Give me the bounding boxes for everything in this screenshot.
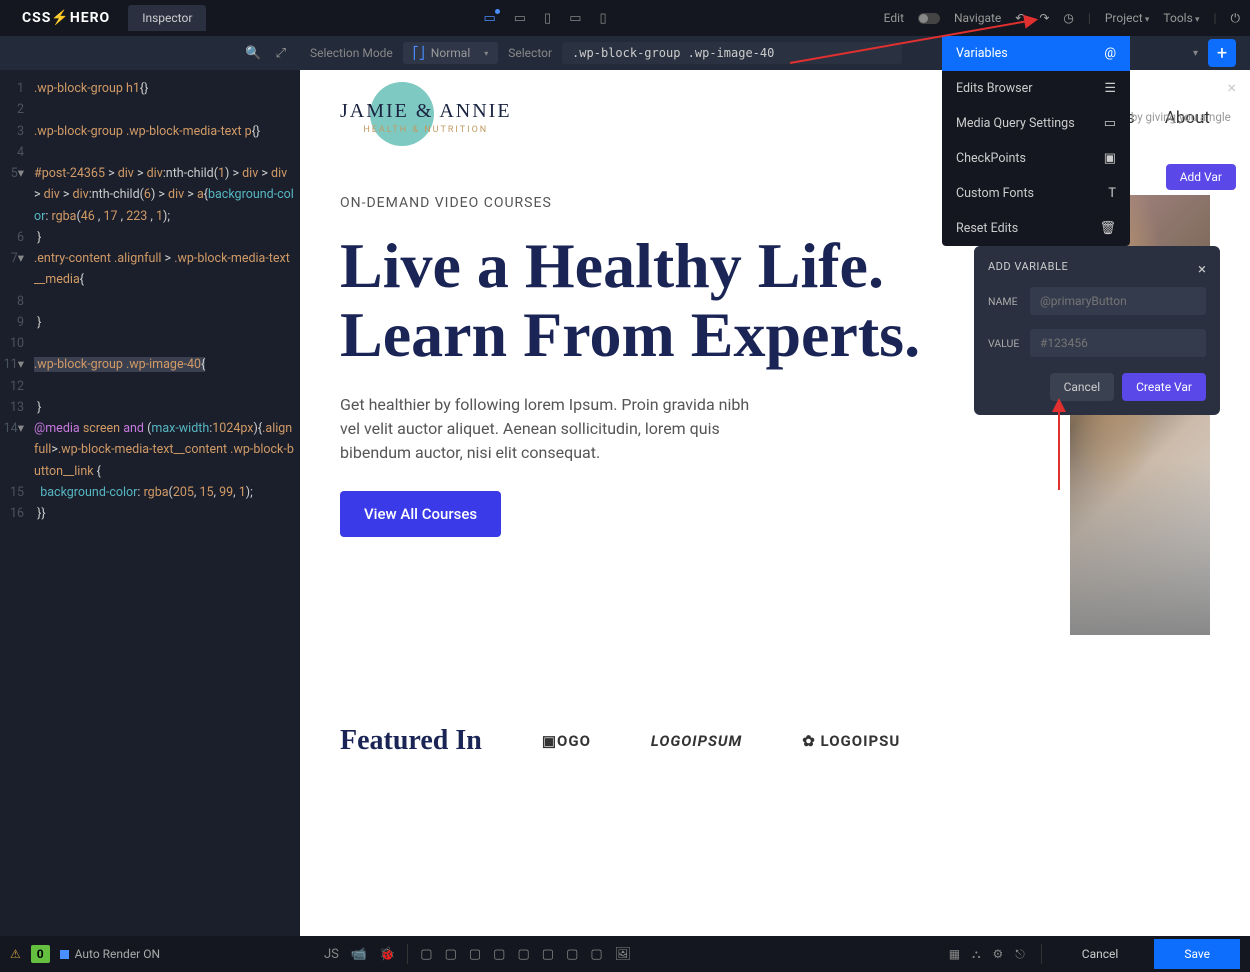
- variables-icon: @: [1104, 46, 1116, 61]
- tablet-icon[interactable]: ▯: [544, 11, 551, 26]
- device-icon: ▭: [1104, 116, 1116, 131]
- create-var-button[interactable]: Create Var: [1122, 373, 1206, 401]
- layout-5-icon[interactable]: ▢: [517, 947, 529, 962]
- bottom-save-button[interactable]: Save: [1154, 939, 1240, 969]
- code-editor[interactable]: 1.wp-block-group h1{} 2 3.wp-block-group…: [0, 70, 300, 936]
- menu-variables[interactable]: Variables @: [942, 36, 1130, 71]
- tools-dropdown-menu: Variables @ Edits Browser ☰ Media Query Se…: [942, 36, 1130, 246]
- var-name-input[interactable]: [1030, 287, 1206, 315]
- error-count-badge: 0: [31, 945, 50, 963]
- warning-icon[interactable]: ⚠: [10, 947, 21, 961]
- menu-custom-fonts[interactable]: Custom Fonts T: [942, 176, 1130, 211]
- annotation-arrow-2: [1058, 400, 1060, 490]
- layout-2-icon[interactable]: ▢: [445, 947, 457, 962]
- search-icon[interactable]: 🔍: [245, 46, 261, 61]
- partner-logo-2: LOGOIPSUM: [651, 732, 742, 750]
- selection-mode-label: Selection Mode: [310, 46, 393, 60]
- name-label: NAME: [988, 295, 1020, 308]
- gear-icon[interactable]: ⚙: [993, 947, 1004, 961]
- project-dropdown[interactable]: Project: [1105, 11, 1150, 25]
- layout-1-icon[interactable]: ▢: [420, 947, 432, 962]
- bug-icon[interactable]: 🐞: [379, 947, 395, 962]
- layout-3-icon[interactable]: ▢: [469, 947, 481, 962]
- desktop-icon[interactable]: ▭: [514, 11, 526, 26]
- tablet-landscape-icon[interactable]: ▭: [569, 11, 581, 26]
- history-icon[interactable]: ◷: [1063, 11, 1073, 25]
- code-toolbar: 🔍 ⤢: [0, 46, 300, 61]
- hero-paragraph: Get healthier by following lorem Ipsum. …: [340, 393, 760, 465]
- phone-icon[interactable]: ▯: [599, 11, 606, 26]
- tree-icon[interactable]: ⛬: [972, 947, 980, 962]
- bottom-cancel-button[interactable]: Cancel: [1058, 939, 1143, 969]
- menu-edits-browser-label: Edits Browser: [956, 81, 1032, 96]
- selector-chevron-icon[interactable]: ▾: [1193, 48, 1198, 59]
- menu-checkpoints-label: CheckPoints: [956, 151, 1026, 166]
- image-icon[interactable]: 🖼: [615, 947, 632, 962]
- site-logo-text: JAMIE & ANNIE: [340, 100, 512, 123]
- selector-label: Selector: [508, 46, 552, 60]
- export-icon[interactable]: ⎋: [1015, 947, 1025, 962]
- partner-logo-1: ▣OGO: [542, 732, 591, 750]
- add-var-button[interactable]: Add Var: [1166, 164, 1236, 190]
- menu-custom-fonts-label: Custom Fonts: [956, 186, 1034, 201]
- layout-7-icon[interactable]: ▢: [566, 947, 578, 962]
- view-courses-button[interactable]: View All Courses: [340, 491, 501, 537]
- grid-icon[interactable]: ▦: [949, 947, 960, 961]
- menu-edits-browser[interactable]: Edits Browser ☰: [942, 71, 1130, 106]
- cancel-button[interactable]: Cancel: [1050, 373, 1115, 401]
- close-icon[interactable]: ×: [1227, 78, 1236, 97]
- featured-heading: Featured In: [340, 725, 482, 757]
- menu-reset-edits[interactable]: Reset Edits 🗑: [942, 211, 1130, 246]
- auto-render-toggle[interactable]: Auto Render ON: [60, 947, 160, 961]
- hero-eyebrow: ON-DEMAND VIDEO COURSES: [340, 195, 1040, 211]
- edit-label: Edit: [884, 11, 904, 25]
- menu-variables-label: Variables: [956, 46, 1008, 61]
- list-icon: ☰: [1104, 81, 1116, 96]
- value-label: VALUE: [988, 337, 1020, 350]
- menu-reset-edits-label: Reset Edits: [956, 221, 1018, 236]
- edit-navigate-toggle[interactable]: [918, 13, 940, 24]
- topbar-right: Edit Navigate ↶ ↷ ◷ | Project Tools | ⏻: [884, 11, 1240, 26]
- selection-mode-dropdown[interactable]: ⎡⎦Normal: [403, 42, 498, 64]
- app-logo: CSS⚡HERO: [10, 10, 122, 26]
- var-value-input[interactable]: [1030, 329, 1206, 357]
- featured-section: Featured In ▣OGO LOGOIPSUM ✿ LOGOIPSU: [340, 725, 1210, 757]
- js-button[interactable]: JS: [324, 947, 339, 962]
- layout-8-icon[interactable]: ▢: [590, 947, 602, 962]
- save-icon: ▣: [1104, 151, 1116, 166]
- camera-icon[interactable]: 📹: [351, 947, 367, 962]
- layout-4-icon[interactable]: ▢: [493, 947, 505, 962]
- layout-6-icon[interactable]: ▢: [542, 947, 554, 962]
- modal-title: ADD VARIABLE: [988, 260, 1206, 273]
- bottom-bar: ⚠ 0 Auto Render ON JS 📹 🐞 ▢ ▢ ▢ ▢ ▢ ▢ ▢ …: [0, 936, 1250, 972]
- site-logo[interactable]: JAMIE & ANNIE HEALTH & NUTRITION: [340, 100, 512, 135]
- trash-icon: 🗑: [1099, 221, 1116, 236]
- font-icon: T: [1108, 186, 1116, 201]
- add-button[interactable]: +: [1208, 39, 1236, 67]
- navigate-label: Navigate: [954, 11, 1001, 25]
- menu-media-query[interactable]: Media Query Settings ▭: [942, 106, 1130, 141]
- power-icon[interactable]: ⏻: [1230, 11, 1240, 26]
- site-logo-subtitle: HEALTH & NUTRITION: [363, 125, 488, 135]
- hero-heading: Live a Healthy Life. Learn From Experts.: [340, 231, 1040, 369]
- tools-dropdown[interactable]: Tools: [1163, 11, 1199, 25]
- expand-icon[interactable]: ⤢: [276, 46, 286, 61]
- partner-logo-3: ✿ LOGOIPSU: [802, 732, 900, 750]
- add-variable-modal: × ADD VARIABLE NAME VALUE Cancel Create …: [974, 246, 1220, 415]
- desktop-wide-icon[interactable]: ▭: [483, 11, 495, 26]
- device-icons: ▭ ▭ ▯ ▭ ▯: [483, 11, 606, 26]
- menu-checkpoints[interactable]: CheckPoints ▣: [942, 141, 1130, 176]
- menu-media-query-label: Media Query Settings: [956, 116, 1075, 131]
- inspector-tab[interactable]: Inspector: [128, 5, 206, 31]
- top-bar: CSS⚡HERO Inspector ▭ ▭ ▯ ▭ ▯ Edit Naviga…: [0, 0, 1250, 36]
- selection-mode-value: Normal: [431, 46, 470, 60]
- modal-close-icon[interactable]: ×: [1198, 260, 1206, 278]
- redo-icon[interactable]: ↷: [1039, 11, 1049, 25]
